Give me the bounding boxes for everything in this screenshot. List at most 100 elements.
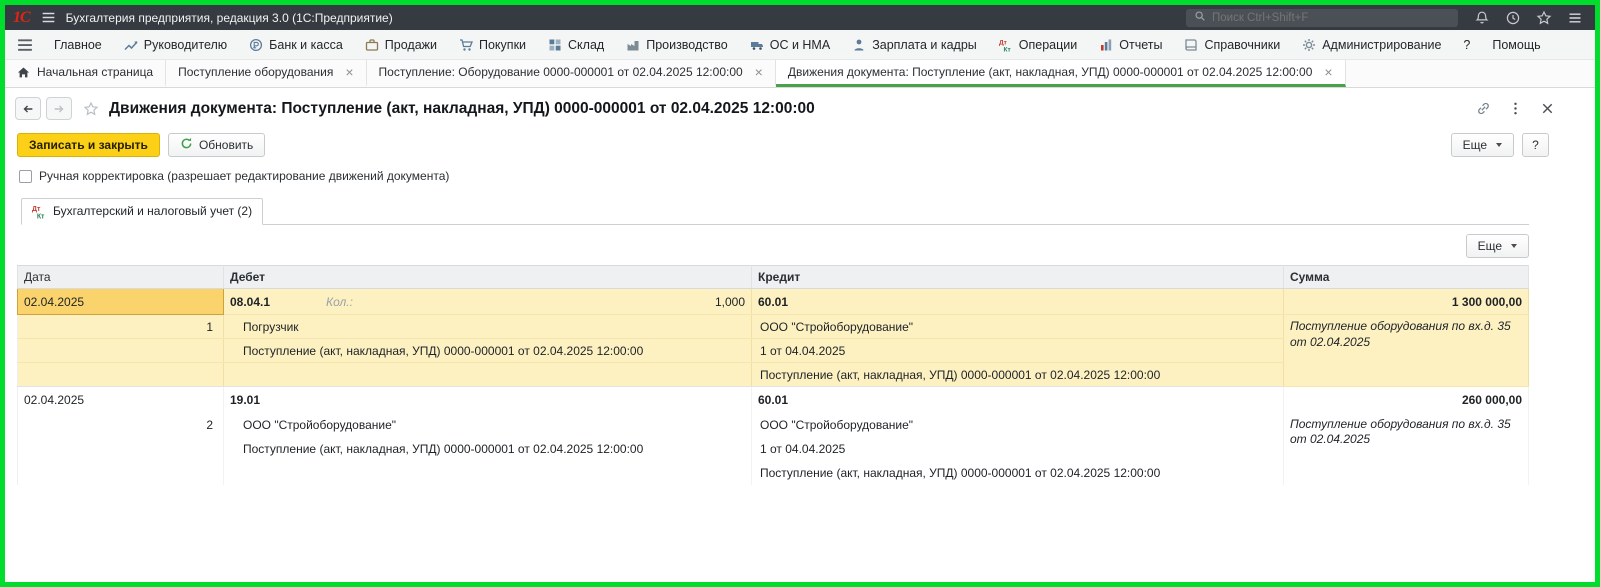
- titlebar: 1С Бухгалтерия предприятия, редакция 3.0…: [5, 5, 1595, 30]
- tab-3[interactable]: Движения документа: Поступление (акт, на…: [776, 60, 1346, 87]
- tab-2[interactable]: Поступление: Оборудование 0000-000001 от…: [367, 60, 776, 87]
- cell-comment[interactable]: Поступление оборудования по вх.д. 35 от …: [1284, 315, 1529, 387]
- tabbar: Начальная страницаПоступление оборудован…: [5, 60, 1595, 88]
- col-header-date[interactable]: Дата: [18, 266, 224, 289]
- tab-home[interactable]: Начальная страница: [5, 60, 166, 87]
- add-favorite-star-icon[interactable]: [83, 101, 99, 117]
- dt-kt-icon: ДтКт: [32, 204, 46, 218]
- manual-correction-row: Ручная корректировка (разрешает редактир…: [19, 166, 1595, 186]
- cell-debit-subconto[interactable]: Погрузчик: [224, 315, 752, 339]
- table-more-button[interactable]: Еще: [1466, 234, 1529, 258]
- menu-item-pokupki[interactable]: Покупки: [448, 30, 537, 59]
- menu-item-spravochniki[interactable]: Справочники: [1173, 30, 1291, 59]
- menu-item-prodazhi[interactable]: Продажи: [354, 30, 448, 59]
- cell-debit-subconto[interactable]: ООО "Стройоборудование": [224, 413, 752, 437]
- cell-comment[interactable]: Поступление оборудования по вх.д. 35 от …: [1284, 413, 1529, 485]
- cell-credit-account[interactable]: 60.01: [752, 289, 1284, 315]
- menu-item-label: Помощь: [1492, 38, 1540, 52]
- cell-row-number[interactable]: 2: [18, 413, 224, 437]
- more-dots-icon[interactable]: [1508, 101, 1523, 116]
- col-header-amount[interactable]: Сумма: [1284, 266, 1529, 289]
- favorites-star-icon[interactable]: [1536, 10, 1552, 26]
- cell-amount[interactable]: 260 000,00: [1284, 387, 1529, 413]
- notifications-bell-icon[interactable]: [1474, 10, 1490, 26]
- cell-credit-subconto[interactable]: 1 от 04.04.2025: [752, 339, 1284, 363]
- manual-correction-checkbox[interactable]: [19, 170, 32, 183]
- tab-close-icon[interactable]: ×: [1324, 65, 1332, 79]
- menu-item-label: ?: [1463, 38, 1470, 52]
- svg-text:Кт: Кт: [1003, 46, 1010, 52]
- cell-credit-subconto[interactable]: ООО "Стройоборудование": [752, 413, 1284, 437]
- 1c-logo: 1С: [13, 9, 30, 27]
- movement-2-subconto-row[interactable]: 2 ООО "Стройоборудование" ООО "Стройобор…: [18, 413, 1529, 437]
- cell-amount[interactable]: 1 300 000,00: [1284, 289, 1529, 315]
- col-header-debit[interactable]: Дебет: [224, 266, 752, 289]
- menu-item-glavnoe[interactable]: Главное: [43, 30, 113, 59]
- forward-button[interactable]: [46, 97, 72, 120]
- search-input[interactable]: [1212, 12, 1450, 24]
- menu-item-rukovoditelyu[interactable]: Руководителю: [113, 30, 238, 59]
- tab-1[interactable]: Поступление оборудования×: [166, 60, 366, 87]
- menu-item-proizvodstvo[interactable]: Производство: [615, 30, 739, 59]
- tab-label: Поступление: Оборудование 0000-000001 от…: [379, 65, 743, 79]
- table-more-row: Еще: [21, 234, 1529, 258]
- more-button[interactable]: Еще: [1451, 133, 1514, 157]
- menu-item-otchety[interactable]: Отчеты: [1088, 30, 1173, 59]
- register-tab-label: Бухгалтерский и налоговый учет (2): [53, 204, 252, 218]
- tab-close-icon[interactable]: ×: [345, 65, 353, 79]
- cell-debit-account[interactable]: 19.01: [224, 387, 752, 413]
- cell-credit-subconto[interactable]: Поступление (акт, накладная, УПД) 0000-0…: [752, 461, 1284, 485]
- document-movements-table: Дата Дебет Кредит Сумма 02.04.2025 08.04…: [17, 265, 1529, 485]
- cell-row-number[interactable]: 1: [18, 315, 224, 339]
- tab-close-icon[interactable]: ×: [755, 65, 763, 79]
- movement-2-main-row[interactable]: 02.04.2025 19.01 60.01 260 000,00: [18, 387, 1529, 413]
- trend-icon: [124, 38, 138, 52]
- cell-debit-subconto[interactable]: Поступление (акт, накладная, УПД) 0000-0…: [224, 339, 752, 363]
- menu-item-label: Операции: [1019, 38, 1077, 52]
- menu-item-help[interactable]: ?: [1452, 30, 1481, 59]
- cell-date-selected[interactable]: 02.04.2025: [18, 289, 224, 315]
- menu-item-zarplata-i-kadry[interactable]: Зарплата и кадры: [841, 30, 988, 59]
- col-header-credit[interactable]: Кредит: [752, 266, 1284, 289]
- bank-icon: [249, 38, 263, 52]
- back-button[interactable]: [15, 97, 41, 120]
- history-icon[interactable]: [1505, 10, 1521, 26]
- menu-item-pomosch[interactable]: Помощь: [1481, 30, 1551, 59]
- refresh-button[interactable]: Обновить: [168, 133, 265, 157]
- close-form-icon[interactable]: [1540, 101, 1555, 116]
- chevron-down-icon: [1496, 143, 1502, 147]
- movement-1-subconto-row[interactable]: 1 Погрузчик ООО "Стройоборудование" Пост…: [18, 315, 1529, 339]
- credit-account: 60.01: [758, 295, 788, 309]
- menu-item-operacii[interactable]: ДтКт Операции: [988, 30, 1088, 59]
- cell-debit-subconto[interactable]: Поступление (акт, накладная, УПД) 0000-0…: [224, 437, 752, 461]
- cell-credit-subconto[interactable]: Поступление (акт, накладная, УПД) 0000-0…: [752, 363, 1284, 387]
- menu-item-bank-i-kassa[interactable]: Банк и касса: [238, 30, 354, 59]
- dtkt-icon: ДтКт: [999, 38, 1013, 52]
- briefcase-icon: [365, 38, 379, 52]
- cell-empty: [224, 461, 752, 485]
- menu-item-label: Главное: [54, 38, 102, 52]
- service-menu-icon[interactable]: [1567, 10, 1583, 26]
- menu-item-label: Руководителю: [144, 38, 227, 52]
- credit-account: 60.01: [758, 393, 788, 407]
- menu-item-sklad[interactable]: Склад: [537, 30, 615, 59]
- cell-debit-account[interactable]: 08.04.1 Кол.: 1,000: [224, 289, 752, 315]
- quantity-value: 1,000: [715, 295, 745, 309]
- menu-item-os-i-nma[interactable]: ОС и НМА: [739, 30, 841, 59]
- svg-text:Дт: Дт: [999, 39, 1007, 46]
- menu-item-administrirovanie[interactable]: Администрирование: [1291, 30, 1452, 59]
- save-and-close-button[interactable]: Записать и закрыть: [17, 133, 160, 157]
- movement-1-main-row[interactable]: 02.04.2025 08.04.1 Кол.: 1,000 60.01 1 3…: [18, 289, 1529, 315]
- help-button[interactable]: ?: [1522, 133, 1549, 157]
- system-menu-icon[interactable]: [40, 9, 57, 26]
- cell-credit-subconto[interactable]: 1 от 04.04.2025: [752, 437, 1284, 461]
- cell-date[interactable]: 02.04.2025: [18, 387, 224, 413]
- cell-credit-account[interactable]: 60.01: [752, 387, 1284, 413]
- sections-burger-icon[interactable]: [15, 35, 35, 55]
- cell-credit-subconto[interactable]: ООО "Стройоборудование": [752, 315, 1284, 339]
- tab-accounting-register[interactable]: ДтКт Бухгалтерский и налоговый учет (2): [21, 198, 263, 225]
- copy-link-icon[interactable]: [1476, 101, 1491, 116]
- truck-icon: [750, 38, 764, 52]
- app-title: Бухгалтерия предприятия, редакция 3.0 (1…: [66, 11, 393, 25]
- global-search[interactable]: [1186, 9, 1458, 27]
